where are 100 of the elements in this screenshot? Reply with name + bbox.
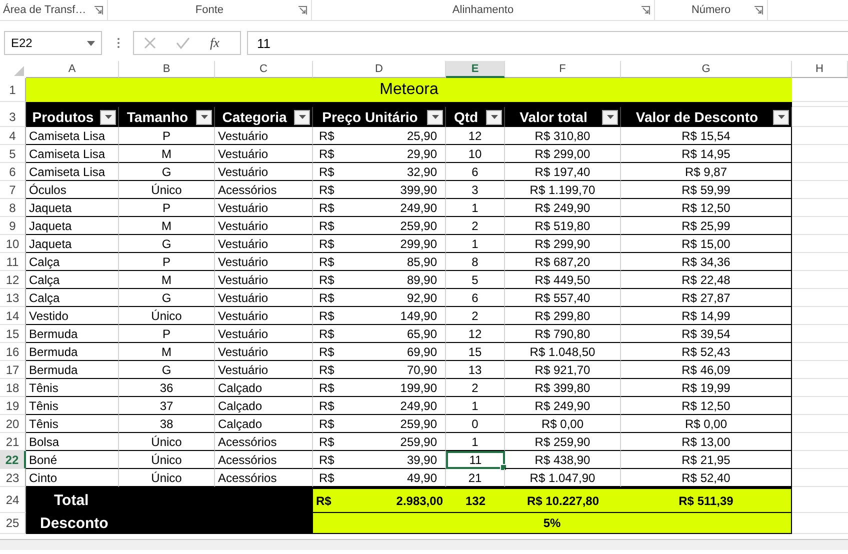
row-header[interactable]: 23 (0, 469, 26, 487)
column-header[interactable]: H (792, 61, 848, 78)
table-cell: 92,90 (353, 289, 446, 307)
table-cell: 10 (446, 145, 505, 163)
filter-button[interactable] (294, 110, 310, 124)
currency-cell: R$ (313, 415, 353, 433)
currency-cell: R$ (313, 289, 353, 307)
filter-button[interactable] (773, 110, 789, 124)
table-cell: Acessórios (215, 433, 313, 451)
table-cell: 399,90 (353, 181, 446, 199)
table-cell: R$ 22,48 (621, 271, 792, 289)
row-header[interactable]: 5 (0, 145, 26, 163)
discount-label: Desconto (39, 515, 108, 532)
insert-function-button[interactable]: fx (210, 35, 220, 51)
currency-cell: R$ (313, 235, 353, 253)
table-cell: R$ 449,50 (505, 271, 621, 289)
fill-handle[interactable] (500, 464, 507, 471)
table-cell: G (119, 235, 215, 253)
table-cell: 249,90 (353, 397, 446, 415)
column-header[interactable]: E (446, 61, 505, 78)
table-cell: R$ 687,20 (505, 253, 621, 271)
table-cell: Calça (26, 271, 119, 289)
total-price: 2.983,00 (353, 487, 446, 513)
row-header[interactable]: 15 (0, 325, 26, 343)
table-cell: Calçado (215, 379, 313, 397)
table-cell: R$ 299,90 (505, 235, 621, 253)
row-header[interactable]: 8 (0, 199, 26, 217)
table-cell: R$ 519,80 (505, 217, 621, 235)
name-box[interactable]: E22 (4, 31, 102, 55)
row-header[interactable]: 19 (0, 397, 26, 415)
row-header[interactable]: 6 (0, 163, 26, 181)
group-label: Número (691, 4, 731, 16)
currency-cell: R$ (313, 451, 353, 469)
table-cell: R$ 0,00 (621, 415, 792, 433)
table-cell: P (119, 199, 215, 217)
table-cell: R$ 399,80 (505, 379, 621, 397)
row-header[interactable]: 16 (0, 343, 26, 361)
group-label: Fonte (195, 4, 224, 16)
table-cell: 12 (446, 325, 505, 343)
table-cell: Jaqueta (26, 217, 119, 235)
row-header[interactable]: 22 (0, 451, 26, 469)
currency-cell: R$ (313, 199, 353, 217)
table-cell: 15 (446, 343, 505, 361)
table-cell: P (119, 325, 215, 343)
table-cell: 36 (119, 379, 215, 397)
filter-button[interactable] (486, 110, 502, 124)
filter-button[interactable] (602, 110, 618, 124)
heading-label: Valor de Desconto (634, 109, 760, 125)
more-icon[interactable] (117, 37, 120, 49)
row-header[interactable]: 17 (0, 361, 26, 379)
table-cell: 299,90 (353, 235, 446, 253)
heading-label: Valor total (518, 109, 588, 125)
table-cell: 6 (446, 163, 505, 181)
table-cell: R$ 59,99 (621, 181, 792, 199)
table-cell: R$ 249,90 (505, 199, 621, 217)
title-cell: Meteora (26, 78, 792, 102)
row-header[interactable]: 12 (0, 271, 26, 289)
dialog-launcher-icon[interactable] (641, 6, 650, 15)
table-cell: Vestuário (215, 307, 313, 325)
check-icon[interactable] (176, 37, 190, 49)
table-cell: Boné (26, 451, 119, 469)
formula-input[interactable]: 11 (247, 31, 848, 55)
currency-cell: R$ (313, 433, 353, 451)
filter-button[interactable] (427, 110, 443, 124)
table-cell: M (119, 271, 215, 289)
filter-button[interactable] (100, 110, 116, 124)
total-quantity: 132 (446, 487, 505, 513)
row-header[interactable]: 20 (0, 415, 26, 433)
row-header[interactable]: 14 (0, 307, 26, 325)
table-cell: Vestuário (215, 289, 313, 307)
row-header[interactable]: 11 (0, 253, 26, 271)
dialog-launcher-icon[interactable] (94, 6, 103, 15)
table-cell: 259,90 (353, 433, 446, 451)
row-header[interactable]: 7 (0, 181, 26, 199)
heading-label: Categoria (221, 109, 288, 125)
dialog-launcher-icon[interactable] (754, 6, 763, 15)
currency-cell: R$ (313, 307, 353, 325)
table-cell: R$ 1.048,50 (505, 343, 621, 361)
table-cell: 249,90 (353, 199, 446, 217)
table-cell: R$ 259,90 (505, 433, 621, 451)
row-header[interactable]: 10 (0, 235, 26, 253)
table-cell: Bolsa (26, 433, 119, 451)
currency-cell: R$ (313, 343, 353, 361)
table-cell: R$ 790,80 (505, 325, 621, 343)
dialog-launcher-icon[interactable] (298, 6, 307, 15)
table-cell: R$ 34,36 (621, 253, 792, 271)
currency-cell: R$ (313, 163, 353, 181)
table-cell: Único (119, 451, 215, 469)
table-cell: G (119, 361, 215, 379)
row-header[interactable]: 4 (0, 127, 26, 145)
table-cell: Jaqueta (26, 199, 119, 217)
table-cell: Camiseta Lisa (26, 163, 119, 181)
table-cell: M (119, 343, 215, 361)
currency-cell: R$ (313, 487, 353, 513)
row-header[interactable]: 9 (0, 217, 26, 235)
filter-button[interactable] (196, 110, 212, 124)
table-cell: 1 (446, 433, 505, 451)
table-cell: R$ 557,40 (505, 289, 621, 307)
row-header[interactable]: 18 (0, 379, 26, 397)
row-header[interactable]: 13 (0, 289, 26, 307)
